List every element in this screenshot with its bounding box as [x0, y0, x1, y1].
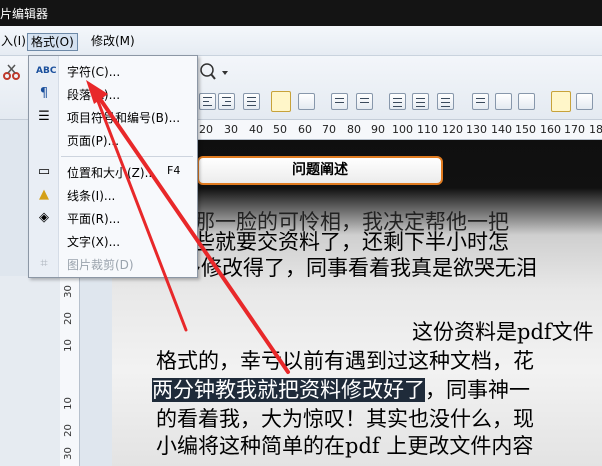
ruler-tick: 20	[62, 312, 74, 325]
menu-item-label: 字符(C)...	[67, 65, 121, 79]
text-line[interactable]: 小编将这种简单的在pdf 上更改文件内容	[156, 430, 533, 460]
list-icon: ☰	[38, 109, 50, 124]
ruler-tick: 130	[466, 123, 487, 136]
crop-icon: ⌗	[40, 256, 48, 271]
ruler-tick: 70	[322, 123, 336, 136]
menu-item-page[interactable]: 页面(P)...	[29, 129, 197, 151]
cut-icon[interactable]	[2, 63, 22, 81]
line-style-icon: ▲	[39, 187, 49, 202]
menu-item-area[interactable]: ◈ 平面(R)...	[29, 207, 197, 229]
bullet-list-button[interactable]	[331, 93, 348, 110]
vertical-text-button[interactable]	[576, 93, 593, 110]
position-size-icon: ▭	[37, 164, 51, 179]
menu-item-text[interactable]: 文字(X)...	[29, 230, 197, 252]
menu-item-bullets[interactable]: ☰ 项目符号和编号(B)...	[29, 106, 197, 128]
menu-item-position-size[interactable]: ▭ 位置和大小(Z)... F4	[29, 161, 197, 183]
menu-shortcut: F4	[167, 164, 181, 177]
menu-modify[interactable]: 修改(M)	[88, 33, 138, 51]
menu-insert[interactable]: 入(I)	[0, 33, 29, 51]
menu-item-label: 文字(X)...	[67, 235, 121, 249]
ruler-tick: 30	[62, 447, 74, 460]
menu-item-label: 项目符号和编号(B)...	[67, 111, 181, 125]
area-fill-icon: ◈	[39, 210, 49, 225]
ruler-tick: 150	[515, 123, 536, 136]
ruler-tick: 18	[589, 123, 602, 136]
line-spacing-1-button[interactable]	[389, 93, 406, 110]
ruler-tick: 30	[62, 285, 74, 298]
ruler-tick: 80	[347, 123, 361, 136]
horizontal-ruler[interactable]: 20 30 40 50 60 70 80 90 100 110 120 130 …	[198, 120, 602, 140]
selected-text[interactable]: 两分钟教我就把资料修改好了	[152, 378, 425, 402]
text-rotate-button[interactable]	[298, 93, 315, 110]
ruler-tick: 140	[491, 123, 512, 136]
workspace-margin	[0, 276, 60, 466]
section-banner[interactable]: 问题阐述	[197, 156, 443, 185]
ruler-tick: 120	[442, 123, 463, 136]
indent-decrease-button[interactable]	[472, 93, 489, 110]
ruler-tick: 20	[199, 123, 213, 136]
ruler-tick: 20	[62, 424, 74, 437]
menu-item-character[interactable]: ABC 字符(C)...	[29, 60, 197, 82]
ruler-tick: 40	[249, 123, 263, 136]
ruler-tick: 160	[540, 123, 561, 136]
menu-item-label: 线条(I)...	[67, 189, 116, 203]
zoom-icon[interactable]	[199, 62, 229, 82]
ruler-tick: 60	[298, 123, 312, 136]
menu-item-label: 平面(R)...	[67, 212, 121, 226]
text-span: ，同事神一	[425, 378, 530, 402]
menu-item-label: 段落(A)...	[67, 88, 121, 102]
text-box-button[interactable]	[551, 91, 571, 112]
ruler-tick: 10	[62, 339, 74, 352]
font-shrink-button[interactable]	[518, 93, 535, 110]
line-spacing-15-button[interactable]	[412, 93, 429, 110]
align-left-button[interactable]	[199, 93, 216, 110]
format-menu: ABC 字符(C)... ¶ 段落(A)... ☰ 项目符号和编号(B)... …	[28, 55, 198, 278]
title-bar: 片编辑器	[0, 0, 602, 26]
menu-separator	[61, 156, 193, 157]
vertical-ruler[interactable]: 30 20 10 10 20 30	[60, 276, 80, 466]
ruler-tick: 90	[371, 123, 385, 136]
menu-item-label: 页面(P)...	[67, 134, 120, 148]
text-line[interactable]: 的看着我，大为惊叹！其实也没什么，现	[156, 403, 534, 433]
text-direction-button[interactable]	[271, 91, 291, 112]
paragraph-icon: ¶	[39, 86, 49, 101]
menu-item-crop: ⌗ 图片裁剪(D)	[29, 253, 197, 275]
menu-bar: 入(I) 格式(O) 修改(M)	[0, 26, 602, 56]
align-right-button[interactable]	[218, 93, 235, 110]
abc-font-icon: ABC	[36, 66, 57, 76]
numbered-list-button[interactable]	[356, 93, 373, 110]
menu-item-line[interactable]: ▲ 线条(I)...	[29, 184, 197, 206]
ruler-tick: 30	[224, 123, 238, 136]
justify-button[interactable]	[243, 93, 260, 110]
ruler-tick: 10	[62, 397, 74, 410]
menu-format[interactable]: 格式(O)	[27, 33, 78, 51]
text-line[interactable]: 两分钟教我就把资料修改好了，同事神一	[152, 374, 530, 404]
text-line[interactable]: 这份资料是pdf文件	[412, 316, 594, 346]
ruler-tick: 110	[417, 123, 438, 136]
ruler-tick: 170	[564, 123, 585, 136]
menu-item-paragraph[interactable]: ¶ 段落(A)...	[29, 83, 197, 105]
line-spacing-2-button[interactable]	[437, 93, 454, 110]
text-line[interactable]: 格式的，幸亏以前有遇到过这种文档，花	[156, 345, 534, 375]
ruler-tick: 100	[392, 123, 413, 136]
window-title: 片编辑器	[0, 7, 49, 21]
ruler-tick: 50	[273, 123, 287, 136]
font-grow-button[interactable]	[495, 93, 512, 110]
text-line[interactable]: 多修改得了，同事看着我真是欲哭无泪	[180, 252, 537, 282]
menu-item-label: 图片裁剪(D)	[67, 258, 134, 272]
menu-item-label: 位置和大小(Z)...	[67, 166, 157, 180]
